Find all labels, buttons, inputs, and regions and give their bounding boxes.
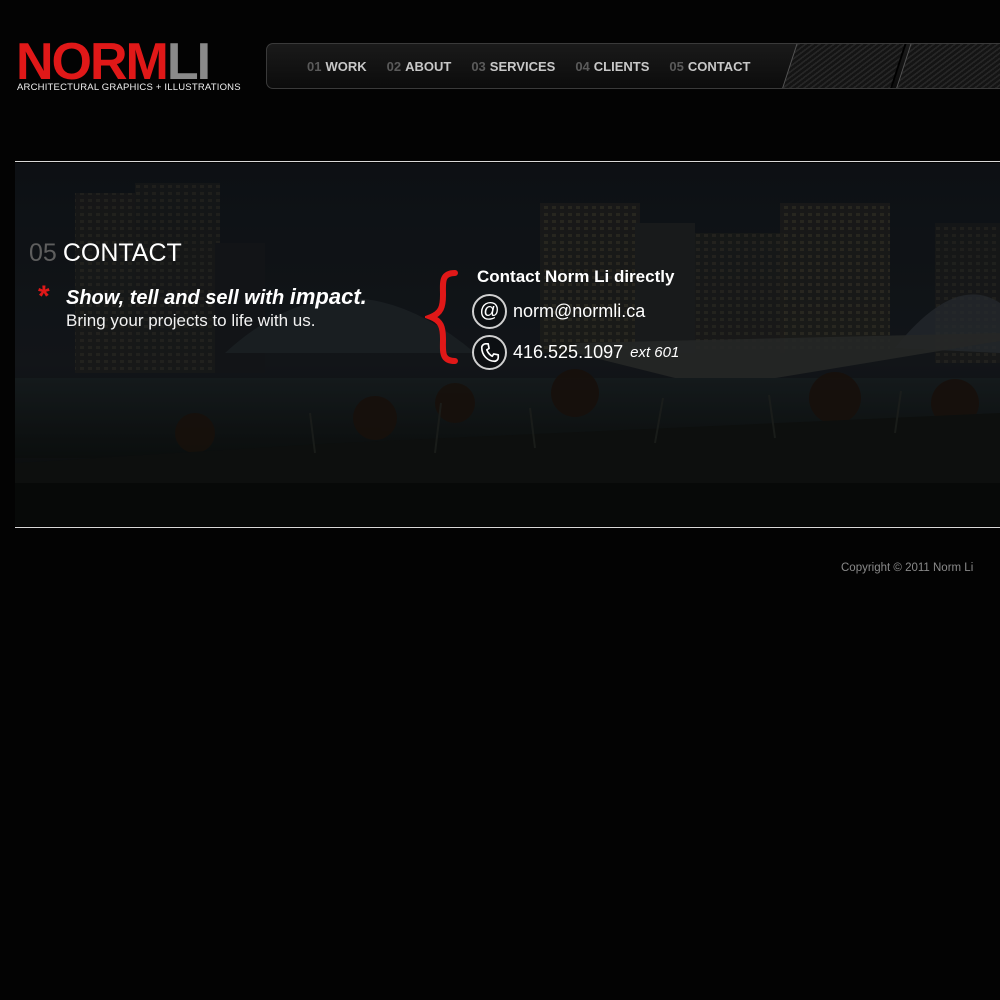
main-nav: 01 WORK 02 ABOUT 03 SERVICES 04 CLIENTS …	[266, 43, 1000, 89]
nav-item-work[interactable]: 01 WORK	[307, 59, 367, 74]
tagline: Show, tell and sell with impact.	[66, 284, 367, 310]
nav-item-number: 05	[669, 58, 684, 74]
curly-brace-icon	[425, 270, 458, 364]
divider-bottom	[15, 527, 1000, 528]
subheading: Bring your projects to life with us.	[66, 311, 316, 330]
tagline-text: Show, tell and sell with	[66, 287, 290, 309]
nav-decorative-stripe	[781, 44, 907, 88]
phone-glyph	[480, 342, 499, 362]
at-glyph: @	[479, 299, 500, 322]
contact-heading: Contact Norm Li directly	[477, 267, 675, 286]
site-logo[interactable]: NORMLI ARCHITECTURAL GRAPHICS + ILLUSTRA…	[16, 36, 248, 98]
nav-item-number: 01	[307, 58, 322, 74]
logo-wordmark: NORMLI	[16, 36, 211, 88]
nav-item-label: CONTACT	[687, 58, 751, 74]
nav-item-number: 02	[386, 58, 402, 74]
nav-item-about[interactable]: 02 ABOUT	[387, 59, 452, 74]
contact-banner: 05 CONTACT * Show, tell and sell with imp…	[15, 163, 1000, 526]
nav-item-number: 03	[471, 58, 486, 74]
nav-item-contact[interactable]: 05 CONTACT	[669, 59, 750, 74]
phone-extension: ext 601	[630, 344, 680, 361]
page-title: 05 CONTACT	[29, 239, 182, 268]
nav-item-label: CLIENTS	[593, 58, 650, 74]
divider-top	[15, 161, 1000, 162]
phone-number[interactable]: 416.525.1097	[513, 342, 623, 363]
contact-phone-row: 416.525.1097 ext 601	[472, 335, 679, 370]
asterisk-icon: *	[38, 280, 50, 313]
page-title-number: 05	[29, 239, 57, 267]
page-title-label: CONTACT	[62, 239, 182, 267]
nav-items: 01 WORK 02 ABOUT 03 SERVICES 04 CLIENTS …	[307, 44, 770, 88]
nav-item-label: ABOUT	[405, 58, 452, 74]
nav-item-label: WORK	[325, 58, 367, 74]
at-sign-icon: @	[472, 294, 507, 329]
nav-item-services[interactable]: 03 SERVICES	[471, 59, 555, 74]
logo-tagline: ARCHITECTURAL GRAPHICS + ILLUSTRATIONS	[17, 82, 241, 93]
email-link[interactable]: norm@normli.ca	[513, 301, 645, 322]
page: NORMLI ARCHITECTURAL GRAPHICS + ILLUSTRA…	[0, 0, 1000, 1000]
phone-handset-icon	[472, 335, 507, 370]
nav-decorative-stripe	[895, 44, 1000, 88]
copyright-notice: Copyright © 2011 Norm Li	[841, 562, 974, 574]
nav-item-clients[interactable]: 04 CLIENTS	[575, 59, 649, 74]
nav-item-label: SERVICES	[489, 58, 556, 74]
contact-email-row: @ norm@normli.ca	[472, 294, 645, 329]
tagline-emphasis: impact.	[289, 284, 367, 309]
nav-item-number: 04	[575, 58, 590, 74]
